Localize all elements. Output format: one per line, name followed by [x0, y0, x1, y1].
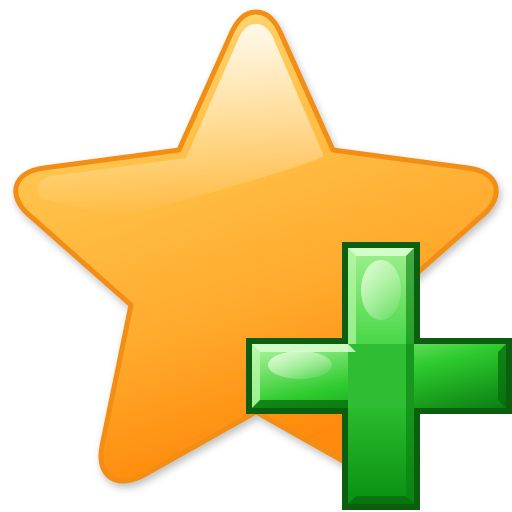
- plus-bevel-vert-left: [348, 248, 356, 344]
- plus-bevel-left: [252, 344, 356, 352]
- icon-canvas: [13, 9, 512, 510]
- plus-shade-vert-right: [406, 248, 414, 504]
- plus-shade-bottom: [252, 400, 348, 408]
- plus-bevel-left-edge: [252, 344, 260, 408]
- plus-bevel-top: [348, 248, 414, 256]
- plus-shade-right: [498, 344, 506, 408]
- plus-gloss-vertical: [361, 260, 401, 320]
- add-to-favorites-icon[interactable]: [0, 0, 512, 512]
- plus-gloss-horizontal: [268, 351, 332, 379]
- plus-center: [348, 344, 414, 408]
- plus-shade-vert-bottom: [348, 496, 414, 504]
